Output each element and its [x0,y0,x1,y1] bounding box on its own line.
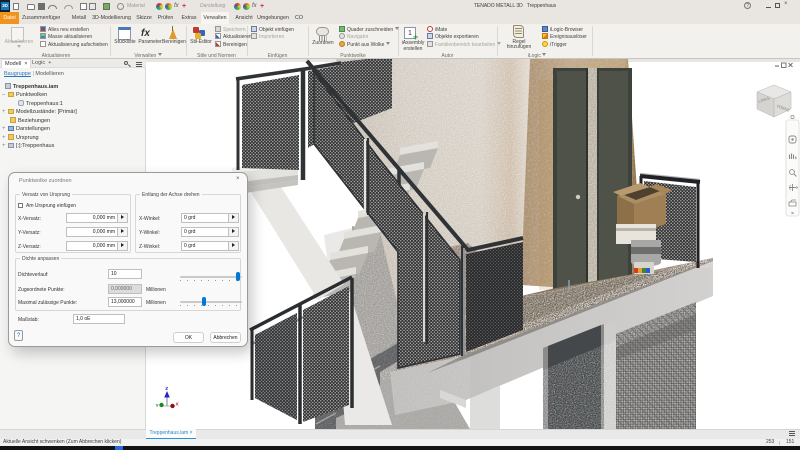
svg-text:Z: Z [165,386,168,392]
